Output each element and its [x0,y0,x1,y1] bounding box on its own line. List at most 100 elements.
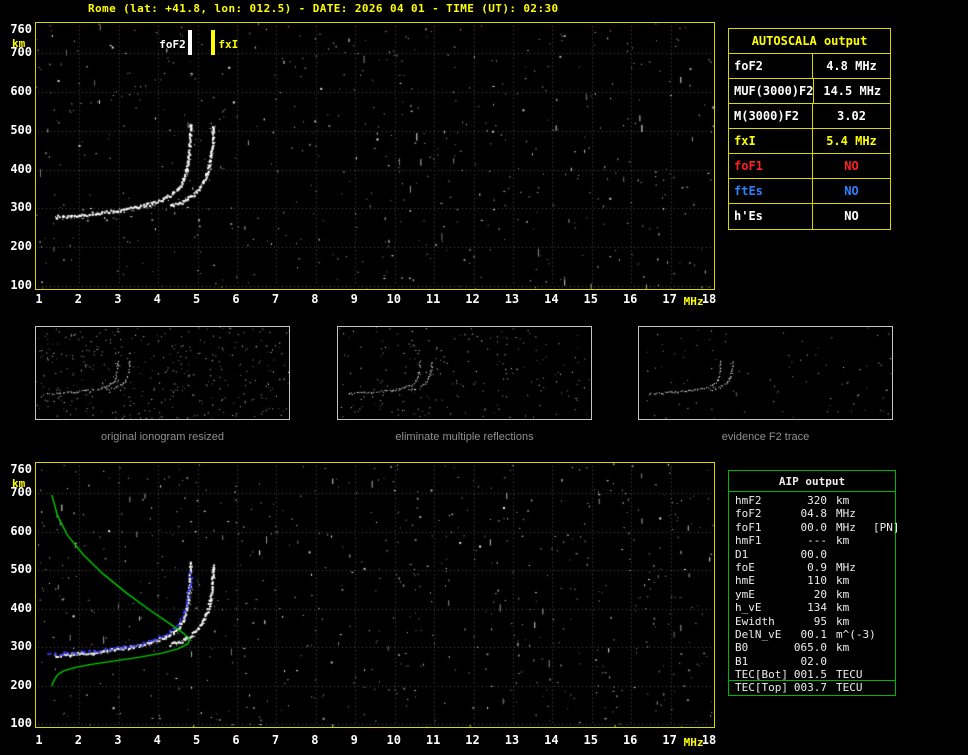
thumbnail-f2-trace [638,326,893,420]
autoscala-screen: Rome (lat: +41.8, lon: 012.5) - DATE: 20… [0,0,968,755]
table-row-extra [876,628,895,641]
table-row-value: 4.8 MHz [826,59,877,73]
thumbnail-multiple-reflections [337,326,592,420]
thumbnail-caption-f2: evidence F2 trace [721,431,810,443]
table-row-extra [871,601,895,614]
table-row-value: 3.02 [837,109,866,123]
x-axis-tick: 11 [425,292,441,306]
table-row-label: hmF2 [735,494,762,507]
autoscala-table-title: AUTOSCALA output [729,29,890,54]
marker-line-foF2 [187,30,192,55]
table-row-value: 95 [813,614,827,628]
x-axis-tick: 1 [35,292,43,306]
table-row-extra: [PN] [873,520,900,534]
table-row-value: 001.5 [793,668,827,682]
table-row-unit: km [836,641,850,655]
top-ionogram-plot: foF2 fxI [35,22,715,290]
x-axis-tick: 14 [544,292,559,306]
table-row-extra [871,548,895,561]
x-axis-tick: 16 [622,292,638,306]
x-axis-tick: 7 [271,733,280,747]
table-row-extra [871,668,895,680]
table-row-value: 14.5 MHz [823,84,882,98]
y-axis-tick: 100 [10,716,32,730]
thumbnail-original-ionogram [35,326,290,420]
x-axis-tick: 1 [35,733,43,747]
table-row: hmF1 --- km [729,534,895,547]
table-row-value: 320 [807,494,827,507]
table-row-label: ftEs [729,179,813,203]
table-row: TEC[Bot] 001.5 TECU [729,668,895,682]
y-axis-tick: 760 [10,462,32,476]
table-row: MUF(3000)F2 14.5 MHz [729,79,890,104]
x-axis-tick: 14 [544,733,559,747]
x-axis-tick: 16 [622,733,638,747]
x-axis-tick: 9 [350,733,358,747]
table-row-label: B1 [735,654,749,668]
x-axis-tick: 6 [232,733,240,747]
x-axis-tick: 4 [153,292,161,306]
table-row: Ewidth 95 km [729,615,895,628]
y-axis-tick: 500 [10,562,32,577]
y-axis-tick: 600 [10,84,32,99]
table-row-value: 134 [807,601,827,615]
table-row-label: foF2 [735,507,762,521]
table-row-value: 02.0 [800,654,828,668]
table-row-label: DelN_vE [735,627,782,641]
bottom-ionogram-plot [35,462,715,728]
table-row-value: 00.0 [800,547,828,561]
x-axis-tick: 3 [114,733,122,747]
y-axis-tick: 760 [10,22,32,36]
table-row-unit: km [836,587,850,601]
table-row-unit: MHz [836,560,856,574]
table-row-value: --- [807,534,827,548]
page-title: Rome (lat: +41.8, lon: 012.5) - DATE: 20… [88,2,559,15]
table-row-value: 04.8 [800,507,828,521]
table-row-unit: km [836,601,850,615]
table-row-unit: m^(-3) [836,627,876,641]
table-row-extra [871,615,895,628]
table-row-extra [871,507,895,520]
table-row-unit: km [836,534,850,548]
table-row-value: NO [844,159,859,173]
table-row-label: ymE [735,587,755,601]
y-axis-tick: 500 [10,122,32,137]
table-row-label: foF2 [729,54,813,78]
table-row: foF1 00.0 MHz [PN] [729,520,900,534]
aip-table-title: AIP output [729,471,895,492]
y-axis-tick: 400 [10,600,32,615]
table-row-extra [871,588,895,601]
y-axis-tick: 300 [10,639,32,654]
table-row-extra [871,641,895,654]
x-axis-tick: 10 [386,292,401,306]
x-axis-tick: 12 [465,733,480,747]
x-axis-tick: 2 [74,733,83,747]
table-row-label: B0 [735,641,749,655]
x-axis-tick: 7 [271,292,280,306]
table-row-unit [827,548,871,561]
table-row: M(3000)F2 3.02 [729,104,890,129]
x-axis-tick: 15 [583,733,598,747]
table-row: h_vE 134 km [729,601,895,614]
table-row: foF2 04.8 MHz [729,507,895,520]
y-axis-tick: 200 [10,239,32,254]
bottom-ionogram-canvas [36,463,714,727]
table-row-unit: MHz [836,520,856,534]
table-row: B0 065.0 km [729,641,895,654]
table-row-label: Ewidth [735,614,775,628]
table-row-extra [871,561,895,574]
table-row: hmE 110 km [729,574,895,587]
thumbnail-original-canvas [36,327,289,419]
table-row-extra [871,534,895,547]
x-axis-tick: 12 [465,292,480,306]
table-row-value: 003.7 [793,681,827,695]
table-row-unit: km [836,494,850,507]
x-axis-tick: 5 [193,733,201,747]
x-axis-tick: 6 [232,292,240,306]
table-row: foE 0.9 MHz [729,561,895,574]
table-row: D1 00.0 [729,548,895,561]
table-row-unit: MHz [836,507,856,521]
table-row-label: foE [735,560,755,574]
table-row-value: NO [844,184,859,198]
autoscala-table-rows: foF2 4.8 MHz MUF(3000)F2 14.5 MHz M(3000)F2 3… [729,54,890,229]
